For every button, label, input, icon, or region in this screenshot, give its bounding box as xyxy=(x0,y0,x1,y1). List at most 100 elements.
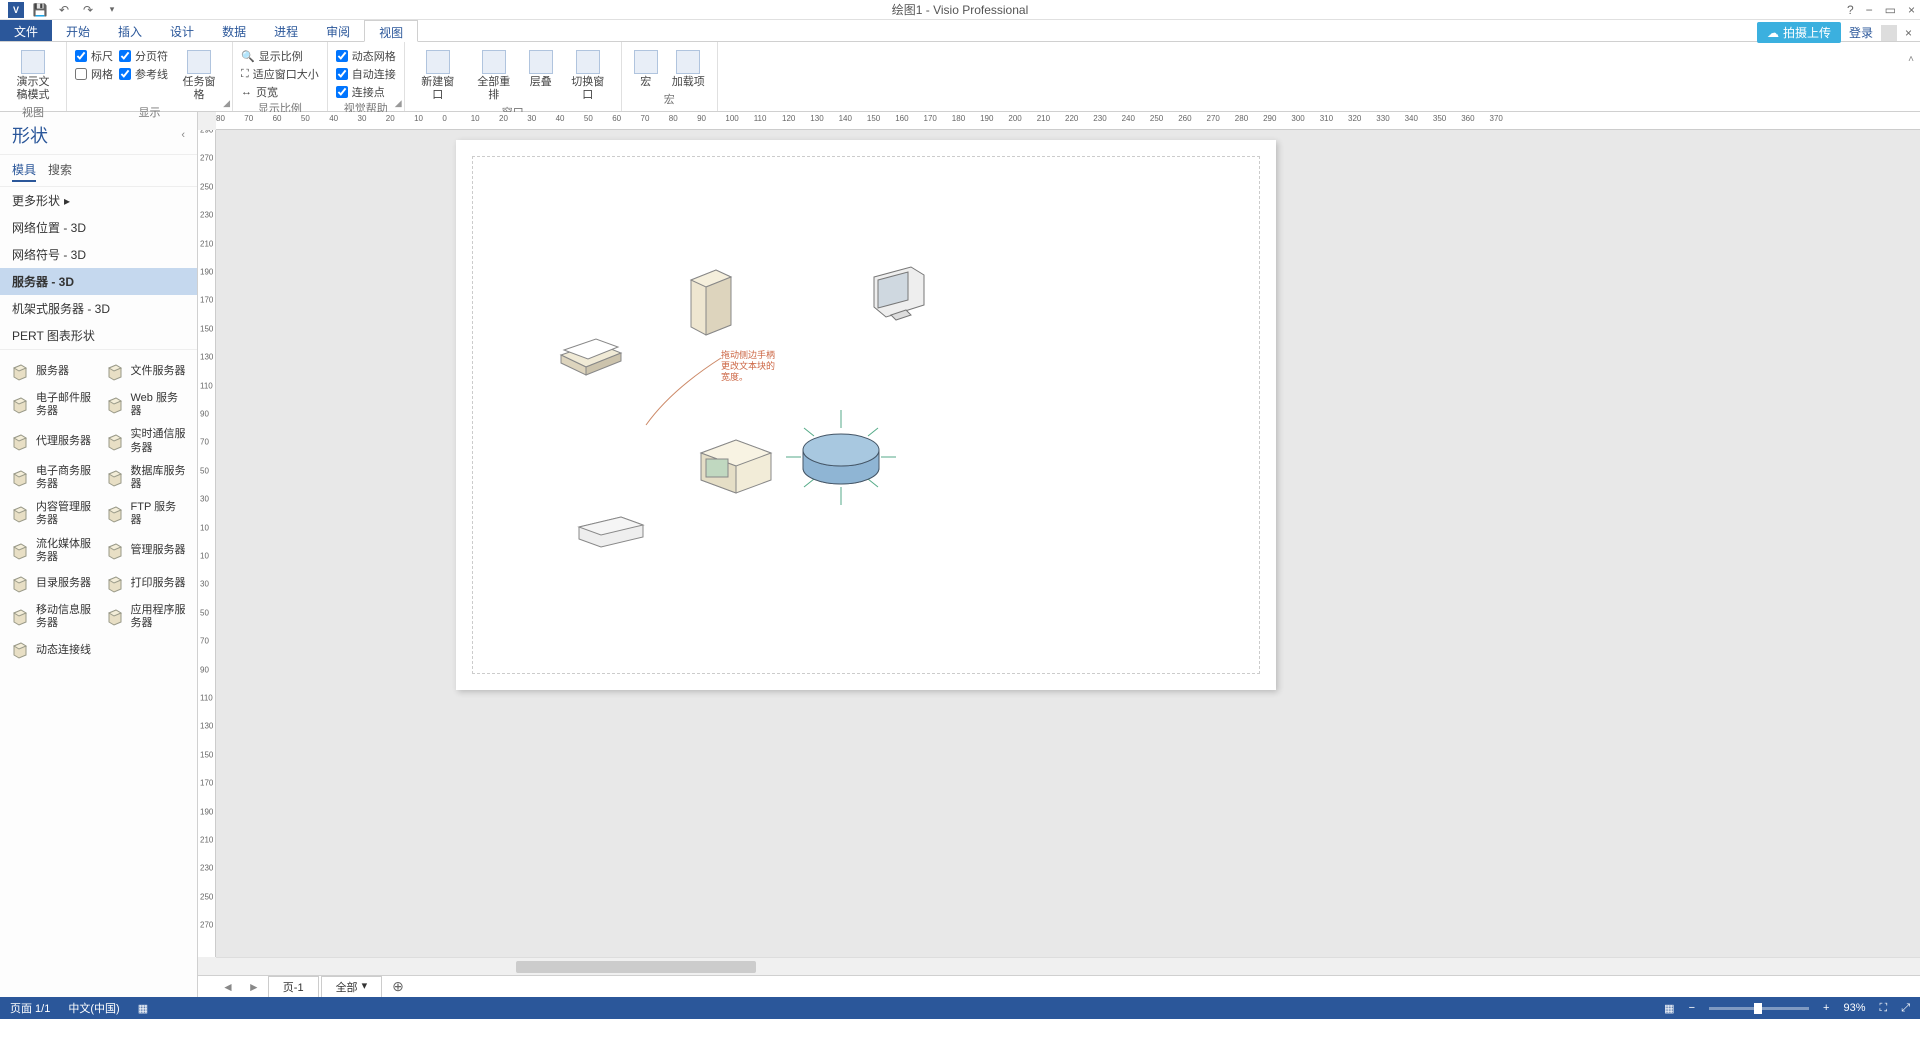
page-tab-all[interactable]: 全部▾ xyxy=(321,976,383,997)
shape-callout-text[interactable]: 拖动侧边手柄更改文本块的宽度。 xyxy=(721,350,781,382)
visual-dialog-launcher-icon[interactable]: ◢ xyxy=(395,98,402,109)
macros-button[interactable]: 宏 xyxy=(630,48,662,91)
shape-item[interactable]: Web 服务器 xyxy=(99,388,194,422)
redo-icon[interactable]: ↷ xyxy=(80,2,96,18)
shape-item-label: FTP 服务器 xyxy=(131,501,188,527)
tab-process[interactable]: 进程 xyxy=(260,20,312,41)
zoom-thumb[interactable] xyxy=(1754,1003,1762,1014)
zoom-out-icon[interactable]: − xyxy=(1689,1002,1695,1014)
zoom-slider[interactable] xyxy=(1709,1007,1809,1010)
shapes-tab-search[interactable]: 搜索 xyxy=(48,159,72,182)
tab-view[interactable]: 视图 xyxy=(364,20,418,42)
tab-review[interactable]: 审阅 xyxy=(312,20,364,41)
ribbon-collapse-icon[interactable]: ˄ xyxy=(1908,54,1914,65)
taskpane-button[interactable]: 任务窗格 xyxy=(174,48,224,104)
shape-item[interactable]: 管理服务器 xyxy=(99,534,194,568)
shape-item[interactable]: 电子邮件服务器 xyxy=(4,388,99,422)
shape-item[interactable]: 应用程序服务器 xyxy=(99,600,194,634)
show-dialog-launcher-icon[interactable]: ◢ xyxy=(223,98,230,109)
addins-button[interactable]: 加载项 xyxy=(668,48,709,91)
close-icon[interactable]: × xyxy=(1908,3,1915,17)
shape-item[interactable]: FTP 服务器 xyxy=(99,497,194,531)
save-icon[interactable]: 💾 xyxy=(32,2,48,18)
zoom-in-icon[interactable]: + xyxy=(1823,1002,1829,1014)
presentation-mode-button[interactable]: 演示文稿模式 xyxy=(8,48,58,104)
tab-data[interactable]: 数据 xyxy=(208,20,260,41)
shape-item[interactable]: 动态连接线 xyxy=(4,636,99,664)
upload-button[interactable]: ☁ 拍摄上传 xyxy=(1757,22,1841,43)
check-pagebreak[interactable]: 分页符 xyxy=(119,48,168,64)
minimize-icon[interactable]: − xyxy=(1866,3,1873,17)
help-icon[interactable]: ? xyxy=(1847,3,1854,17)
macro-record-icon[interactable]: ▦ xyxy=(138,1002,148,1015)
shape-item[interactable]: 文件服务器 xyxy=(99,358,194,386)
stencil-servers-3d[interactable]: 服务器 - 3D xyxy=(0,268,197,295)
fullscreen-icon[interactable]: ⤢ xyxy=(1901,1002,1910,1015)
shape-item[interactable]: 数据库服务器 xyxy=(99,461,194,495)
cascade-button[interactable]: 层叠 xyxy=(525,48,557,91)
check-ruler[interactable]: 标尺 xyxy=(75,48,113,64)
stencil-pert[interactable]: PERT 图表形状 xyxy=(0,322,197,349)
stencil-net-location[interactable]: 网络位置 - 3D xyxy=(0,214,197,241)
group-view: 演示文稿模式 视图 xyxy=(0,42,67,111)
drawing-page[interactable]: 拖动侧边手柄更改文本块的宽度。 xyxy=(456,140,1276,690)
tab-insert[interactable]: 插入 xyxy=(104,20,156,41)
switch-window-button[interactable]: 切换窗口 xyxy=(563,48,613,104)
page-tab-1[interactable]: 页-1 xyxy=(268,976,319,997)
hscroll-thumb[interactable] xyxy=(516,961,756,973)
qat-customize-icon[interactable]: ▾ xyxy=(104,2,120,18)
horizontal-scrollbar[interactable] xyxy=(216,957,1920,975)
shape-rack-strip[interactable] xyxy=(576,515,646,550)
restore-icon[interactable]: ▭ xyxy=(1885,3,1896,17)
shape-callout-connector[interactable] xyxy=(641,350,731,430)
shape-item[interactable]: 目录服务器 xyxy=(4,570,99,598)
ribbon-close-icon[interactable]: × xyxy=(1905,26,1912,40)
shape-item[interactable]: 服务器 xyxy=(4,358,99,386)
check-guides[interactable]: 参考线 xyxy=(119,66,168,82)
add-page-icon[interactable]: ⊕ xyxy=(384,978,412,995)
stencil-rack-servers[interactable]: 机架式服务器 - 3D xyxy=(0,295,197,322)
shape-item[interactable]: 移动信息服务器 xyxy=(4,600,99,634)
shape-item[interactable]: 实时通信服务器 xyxy=(99,424,194,458)
check-auto-conn[interactable]: 自动连接 xyxy=(336,66,396,82)
shapes-tab-stencil[interactable]: 模具 xyxy=(12,159,36,182)
fit-window-button[interactable]: ⛶适应窗口大小 xyxy=(241,66,319,82)
tab-home[interactable]: 开始 xyxy=(52,20,104,41)
check-dyn-grid[interactable]: 动态网格 xyxy=(336,48,396,64)
more-shapes-item[interactable]: 更多形状▸ xyxy=(0,187,197,214)
check-conn-pt[interactable]: 连接点 xyxy=(336,84,396,100)
undo-icon[interactable]: ↶ xyxy=(56,2,72,18)
shape-item[interactable]: 内容管理服务器 xyxy=(4,497,99,531)
tab-file[interactable]: 文件 xyxy=(0,20,52,41)
shape-item-label: 动态连接线 xyxy=(36,644,91,657)
shape-monitor[interactable] xyxy=(866,265,931,330)
page-tab-prev-icon[interactable]: ◄ xyxy=(216,980,240,994)
shape-item-label: 电子商务服务器 xyxy=(36,465,93,491)
shape-item[interactable]: 代理服务器 xyxy=(4,424,99,458)
width-label: 页宽 xyxy=(256,84,278,100)
status-language[interactable]: 中文(中国) xyxy=(68,1000,119,1016)
check-grid[interactable]: 网格 xyxy=(75,66,113,82)
shape-scanner[interactable] xyxy=(556,335,626,380)
drawing-surface[interactable]: 拖动侧边手柄更改文本块的宽度。 xyxy=(216,130,1920,957)
view-normal-icon[interactable]: ▦ xyxy=(1664,1002,1674,1015)
new-window-button[interactable]: 新建窗口 xyxy=(413,48,463,104)
fit-page-icon[interactable]: ⛶ xyxy=(1879,1002,1887,1015)
zoom-button[interactable]: 🔍显示比例 xyxy=(241,48,319,64)
shape-database[interactable] xyxy=(786,410,896,505)
cloud-icon: ☁ xyxy=(1767,26,1779,40)
page-width-button[interactable]: ↔页宽 xyxy=(241,84,319,100)
shape-appliance[interactable] xyxy=(696,435,776,495)
shape-item[interactable]: 流化媒体服务器 xyxy=(4,534,99,568)
tab-design[interactable]: 设计 xyxy=(156,20,208,41)
zoom-level[interactable]: 93% xyxy=(1843,1002,1865,1014)
shape-item[interactable]: 电子商务服务器 xyxy=(4,461,99,495)
arrange-all-button[interactable]: 全部重排 xyxy=(469,48,519,104)
shape-server-tower[interactable] xyxy=(681,265,741,340)
stencil-net-symbols[interactable]: 网络符号 - 3D xyxy=(0,241,197,268)
shape-item[interactable]: 打印服务器 xyxy=(99,570,194,598)
page-tab-next-icon[interactable]: ► xyxy=(242,980,266,994)
signin-link[interactable]: 登录 xyxy=(1849,24,1873,41)
avatar-icon[interactable] xyxy=(1881,25,1897,41)
panel-collapse-icon[interactable]: ‹ xyxy=(181,129,185,141)
